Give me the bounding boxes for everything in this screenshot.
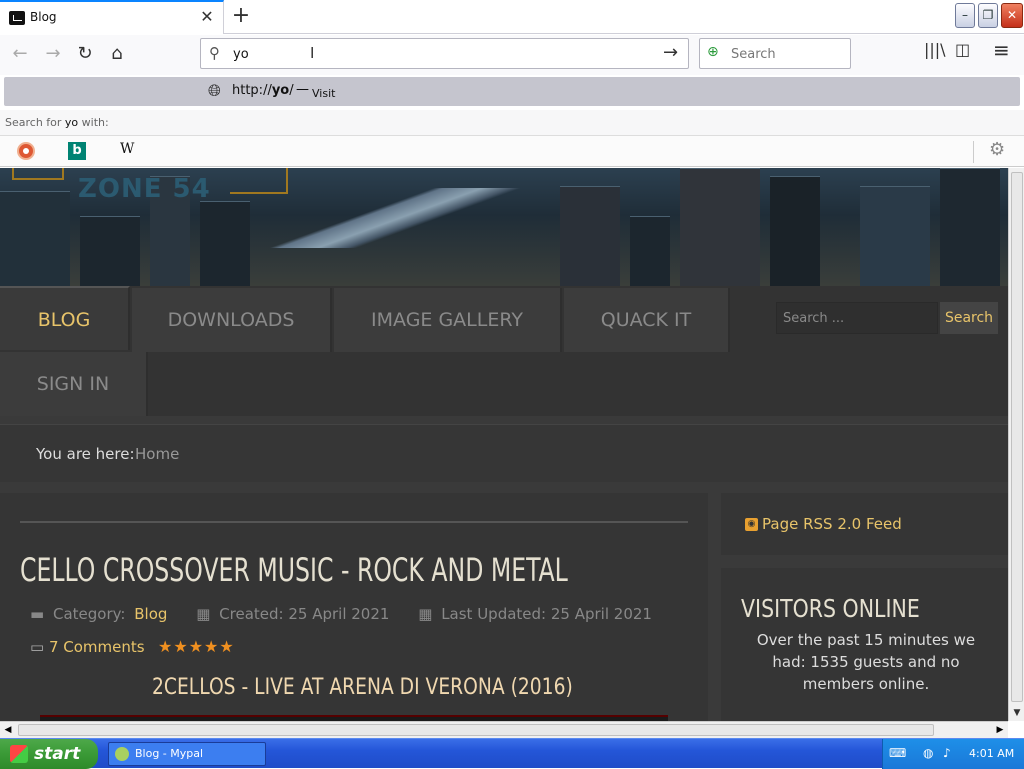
- article-panel: CELLO CROSSOVER MUSIC - ROCK AND METAL ▬…: [0, 493, 708, 721]
- divider: [20, 521, 688, 523]
- vertical-scrollbar[interactable]: ▼: [1008, 168, 1024, 721]
- address-bar[interactable]: ⚲ I →: [200, 38, 689, 69]
- start-button[interactable]: start: [0, 739, 98, 769]
- breadcrumb: You are here: Home: [0, 424, 1008, 482]
- nav-downloads[interactable]: DOWNLOADS: [132, 288, 332, 352]
- nav-sign-in[interactable]: SIGN IN: [0, 352, 148, 416]
- rss-module: ◉ Page RSS 2.0 Feed: [721, 493, 1008, 555]
- visitors-text: Over the past 15 minutes we had: 1535 gu…: [756, 631, 976, 693]
- browser-search-box[interactable]: ⊕: [699, 38, 851, 69]
- back-arrow-icon[interactable]: ←: [5, 39, 35, 69]
- keyboard-icon[interactable]: ⌨: [889, 746, 906, 760]
- library-icon[interactable]: |||\: [924, 40, 946, 59]
- horizontal-scrollbar[interactable]: ◀ ▶: [0, 721, 1008, 738]
- folder-icon: ▬: [30, 605, 45, 623]
- new-tab-button[interactable]: +: [230, 3, 252, 29]
- home-icon[interactable]: ⌂: [102, 39, 132, 69]
- windows-taskbar: start Blog - Mypal ⌨ ◍ ♪ 4:01 AM: [0, 738, 1024, 769]
- tab-bar: Blog ✕ + – ❐ ✕: [0, 0, 1024, 34]
- comments-link[interactable]: ▭ 7 Comments: [30, 638, 145, 656]
- search-icon: ⚲: [209, 44, 220, 62]
- calendar-icon: ▦: [196, 605, 211, 623]
- banner-frame: [12, 168, 64, 180]
- search-input[interactable]: [731, 45, 841, 63]
- suggestion-url: http://yo/: [232, 83, 294, 98]
- banner-frame: [230, 168, 288, 194]
- go-arrow-icon[interactable]: →: [663, 42, 678, 63]
- category-label: Category:: [52, 605, 126, 623]
- duckduckgo-icon[interactable]: [17, 142, 35, 160]
- article-title[interactable]: CELLO CROSSOVER MUSIC - ROCK AND METAL: [20, 551, 568, 589]
- visitors-module: VISITORS ONLINE Over the past 15 minutes…: [721, 568, 1008, 721]
- rating-stars[interactable]: ★★★★★: [158, 637, 235, 656]
- site-banner: ZONE 54: [0, 168, 1008, 286]
- site-favicon-icon: [9, 11, 25, 25]
- site-search-input[interactable]: [776, 302, 938, 334]
- engines-divider: [973, 141, 974, 163]
- close-window-button[interactable]: ✕: [1001, 3, 1023, 28]
- updated-date: Last Updated: 25 April 2021: [441, 605, 652, 623]
- volume-icon[interactable]: ♪: [943, 746, 951, 760]
- wikipedia-icon[interactable]: W: [120, 141, 134, 157]
- mypal-icon: [115, 747, 129, 761]
- vertical-scroll-thumb[interactable]: [1011, 172, 1023, 702]
- windows-logo-icon: [10, 745, 28, 763]
- page-viewport: ZONE 54 BLOG DOWNLOADS IMAGE GALLERY QUA…: [0, 168, 1008, 721]
- tab-blog[interactable]: Blog ✕: [0, 0, 224, 34]
- taskbar-item-mypal[interactable]: Blog - Mypal: [108, 742, 266, 766]
- bing-icon[interactable]: b: [68, 142, 86, 160]
- text-cursor-icon: I: [310, 44, 315, 62]
- reload-icon[interactable]: ↻: [70, 39, 100, 69]
- breadcrumb-home-link[interactable]: Home: [135, 445, 179, 463]
- scroll-left-arrow-icon[interactable]: ◀: [0, 722, 16, 738]
- search-engine-icon[interactable]: ⊕: [707, 44, 725, 62]
- gear-icon[interactable]: ⚙: [989, 139, 1005, 160]
- sidebar-icon[interactable]: ◫: [955, 40, 970, 59]
- globe-icon: 🌐︎: [208, 81, 221, 100]
- suggestion-separator: —: [296, 82, 309, 97]
- calendar-icon: ▦: [418, 605, 433, 623]
- url-input[interactable]: [233, 45, 633, 63]
- comment-icon: ▭: [30, 638, 49, 656]
- restore-window-button[interactable]: ❐: [978, 3, 998, 28]
- created-date: Created: 25 April 2021: [219, 605, 390, 623]
- search-engines-row: b W ⚙: [0, 136, 1024, 167]
- network-icon[interactable]: ◍: [923, 746, 933, 760]
- search-for-label: Search for yo with:: [0, 110, 1024, 136]
- scroll-down-arrow-icon[interactable]: ▼: [1009, 705, 1024, 721]
- site-nav: BLOG DOWNLOADS IMAGE GALLERY QUACK IT SI…: [0, 286, 1008, 416]
- system-tray: ⌨ ◍ ♪ 4:01 AM: [882, 739, 1024, 769]
- hamburger-menu-icon[interactable]: ≡: [993, 38, 1010, 62]
- nav-quack-it[interactable]: QUACK IT: [564, 288, 730, 352]
- nav-image-gallery[interactable]: IMAGE GALLERY: [334, 288, 562, 352]
- rss-feed-link[interactable]: Page RSS 2.0 Feed: [762, 515, 902, 533]
- horizontal-scroll-thumb[interactable]: [18, 724, 934, 736]
- forward-arrow-icon[interactable]: →: [38, 39, 68, 69]
- minimize-window-button[interactable]: –: [955, 3, 975, 28]
- article-meta: ▬ Category: Blog ▦ Created: 25 April 202…: [30, 605, 656, 623]
- site-search-button[interactable]: Search: [940, 302, 998, 334]
- clock[interactable]: 4:01 AM: [969, 747, 1014, 760]
- category-link[interactable]: Blog: [134, 605, 167, 623]
- close-tab-icon[interactable]: ✕: [198, 7, 216, 27]
- url-suggestion[interactable]: 🌐︎ http://yo/ — Visit: [4, 77, 1020, 106]
- nav-blog[interactable]: BLOG: [0, 286, 130, 350]
- visitors-title: VISITORS ONLINE: [741, 594, 920, 623]
- scroll-right-arrow-icon[interactable]: ▶: [992, 722, 1008, 738]
- video-title: 2CELLOS - LIVE AT ARENA DI VERONA (2016): [152, 675, 573, 700]
- rss-icon: ◉: [745, 518, 758, 531]
- banner-train-image: [240, 188, 560, 248]
- tab-title: Blog: [30, 10, 57, 24]
- breadcrumb-label: You are here:: [36, 445, 135, 463]
- site-logo: ZONE 54: [78, 174, 211, 204]
- suggestion-action: Visit: [312, 87, 336, 100]
